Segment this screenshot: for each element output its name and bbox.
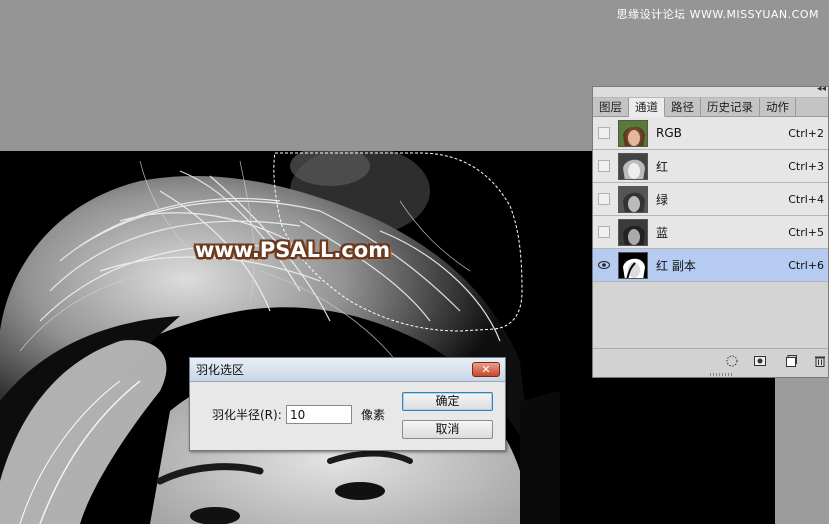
feather-selection-dialog: 羽化选区 ✕ 羽化半径(R): 像素 确定 取消 — [189, 357, 506, 451]
tab-layers[interactable]: 图层 — [593, 98, 629, 117]
channel-name: 蓝 — [656, 225, 669, 240]
ok-button[interactable]: 确定 — [402, 392, 493, 411]
channel-thumbnail — [618, 218, 648, 246]
visibility-toggle[interactable] — [598, 127, 610, 139]
workspace-background — [775, 378, 829, 524]
tab-actions[interactable]: 动作 — [760, 98, 796, 117]
channel-row-green[interactable]: 绿 Ctrl+4 — [593, 183, 828, 216]
channel-row-blue[interactable]: 蓝 Ctrl+5 — [593, 216, 828, 249]
close-button[interactable]: ✕ — [472, 362, 500, 377]
load-selection-icon[interactable] — [726, 355, 738, 367]
tab-paths[interactable]: 路径 — [665, 98, 701, 117]
cancel-button[interactable]: 取消 — [402, 420, 493, 439]
channel-shortcut: Ctrl+3 — [788, 159, 824, 173]
channel-thumbnail — [618, 185, 648, 213]
channel-thumbnail — [618, 251, 648, 279]
channel-name: 红 副本 — [656, 258, 696, 273]
channel-name: 绿 — [656, 192, 669, 207]
visibility-toggle[interactable] — [598, 193, 610, 205]
unit-label: 像素 — [361, 408, 386, 422]
channel-name: RGB — [656, 126, 682, 140]
visibility-toggle[interactable] — [598, 226, 610, 238]
site-watermark: 思缘设计论坛 WWW.MISSYUAN.COM — [616, 8, 819, 21]
panel-tabs: 图层 通道 路径 历史记录 动作 — [593, 98, 828, 117]
tab-channels[interactable]: 通道 — [629, 98, 665, 117]
channel-shortcut: Ctrl+6 — [788, 258, 824, 272]
channel-row-rgb[interactable]: RGB Ctrl+2 — [593, 117, 828, 150]
channel-row-red[interactable]: 红 Ctrl+3 — [593, 150, 828, 183]
panel-footer — [593, 348, 828, 377]
channel-name: 红 — [656, 159, 669, 174]
channel-shortcut: Ctrl+4 — [788, 192, 824, 206]
resize-grip[interactable] — [710, 373, 732, 376]
dialog-title-bar[interactable]: 羽化选区 ✕ — [190, 358, 505, 382]
channel-row-red-copy[interactable]: 红 副本 Ctrl+6 — [593, 249, 828, 282]
tab-history[interactable]: 历史记录 — [701, 98, 760, 117]
channel-shortcut: Ctrl+2 — [788, 126, 824, 140]
panel-header-bar[interactable]: ◂◂ — [593, 84, 828, 98]
feather-radius-input[interactable] — [286, 405, 352, 424]
eye-icon[interactable] — [598, 259, 610, 271]
new-channel-icon[interactable] — [785, 355, 797, 367]
canvas-watermark: www.PSALL.com — [195, 238, 391, 262]
channels-panel: ◂◂ 图层 通道 路径 历史记录 动作 RGB Ctrl+2 红 Ctrl+3 — [592, 84, 829, 378]
channel-shortcut: Ctrl+5 — [788, 225, 824, 239]
channel-thumbnail — [618, 152, 648, 180]
collapse-icon[interactable]: ◂◂ — [817, 84, 826, 94]
visibility-toggle[interactable] — [598, 160, 610, 172]
delete-channel-icon[interactable] — [814, 355, 826, 367]
save-selection-icon[interactable] — [754, 355, 766, 367]
channel-thumbnail — [618, 119, 648, 147]
dialog-title: 羽化选区 — [196, 363, 245, 377]
channel-list: RGB Ctrl+2 红 Ctrl+3 绿 Ctrl+4 蓝 Ctrl+5 红 … — [593, 117, 828, 282]
feather-radius-label: 羽化半径(R): — [212, 408, 282, 422]
